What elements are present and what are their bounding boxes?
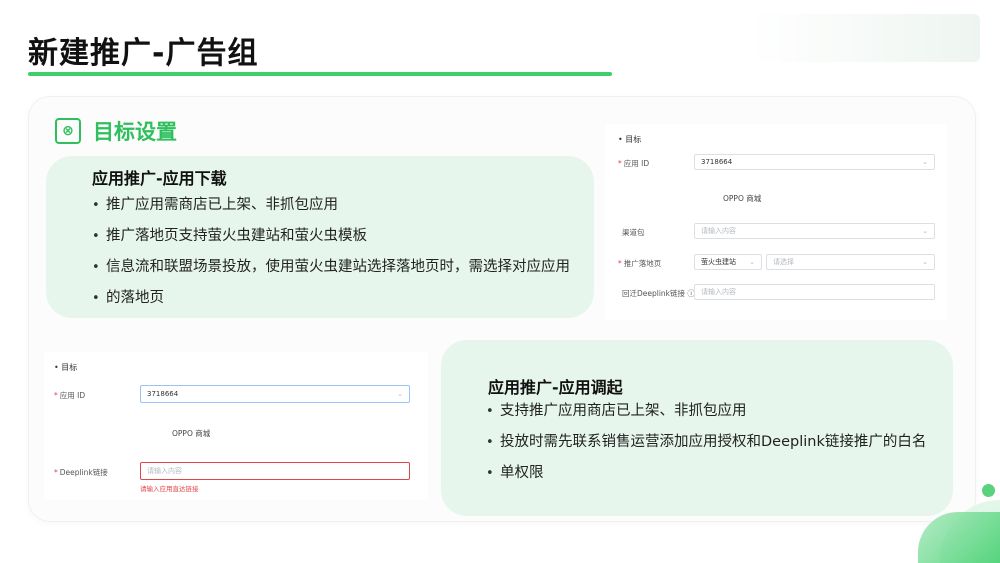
- landing-page-select[interactable]: 请选择 ⌄: [766, 254, 935, 270]
- app-name: OPPO 商城: [172, 429, 211, 438]
- form-section-head: • 目标: [54, 363, 78, 372]
- deeplink-input[interactable]: 请输入内容: [140, 462, 410, 480]
- chevron-down-icon: ⌄: [397, 390, 403, 398]
- chevron-down-icon: ⌄: [922, 158, 928, 166]
- chevron-down-icon: ⌄: [922, 258, 928, 266]
- landing-label: * 推广落地页: [618, 259, 662, 268]
- bullet-item: 信息流和联盟场景投放，使用萤火虫建站选择落地页时，需选择对应应用: [92, 252, 588, 283]
- app-invoke-title: 应用推广-应用调起: [488, 378, 623, 397]
- app-id-label: * 应用 ID: [618, 159, 650, 168]
- app-id-select[interactable]: 3718664 ⌄: [694, 154, 935, 170]
- section-title: 目标设置: [93, 120, 177, 144]
- app-download-title: 应用推广-应用下载: [92, 169, 227, 188]
- download-form-screenshot: • 目标 * 应用 ID 3718664 ⌄ OPPO 商城 渠道包 请输入内容 ⌄ …: [605, 124, 947, 320]
- bullet-item: 推广应用需商店已上架、非抓包应用: [92, 190, 588, 221]
- bullet-item: 投放时需先联系销售运营添加应用授权和Deeplink链接推广的白名: [486, 427, 942, 458]
- app-id-select[interactable]: 3718664 ⌄: [140, 385, 410, 403]
- target-settings-icon: ⊗: [55, 118, 81, 144]
- channel-select[interactable]: 请输入内容 ⌄: [694, 223, 935, 239]
- bullet-item: 推广落地页支持萤火虫建站和萤火虫模板: [92, 221, 588, 252]
- app-download-bullets: 推广应用需商店已上架、非抓包应用 推广落地页支持萤火虫建站和萤火虫模板 信息流和…: [92, 190, 588, 314]
- decorative-dot: [982, 484, 995, 497]
- channel-label: 渠道包: [622, 228, 645, 237]
- header-decoration: [748, 14, 980, 62]
- title-underline: [28, 72, 612, 76]
- app-invoke-bullets: 支持推广应用商店已上架、非抓包应用 投放时需先联系销售运营添加应用授权和Deep…: [486, 396, 942, 489]
- page-title: 新建推广-广告组: [28, 36, 259, 71]
- deeplink-input[interactable]: 请输入内容: [694, 284, 935, 300]
- chevron-down-icon: ⌄: [749, 258, 755, 266]
- form-section-head: • 目标: [618, 135, 642, 144]
- invoke-form-screenshot: • 目标 * 应用 ID 3718664 ⌄ OPPO 商城 * Deeplink链接…: [44, 352, 428, 500]
- app-name: OPPO 商城: [723, 194, 762, 203]
- deeplink-label: * Deeplink链接: [54, 468, 108, 477]
- app-id-label: * 应用 ID: [54, 391, 86, 400]
- bullet-continuation: 单权限: [486, 458, 942, 489]
- bullet-item: 支持推广应用商店已上架、非抓包应用: [486, 396, 942, 427]
- chevron-down-icon: ⌄: [922, 227, 928, 235]
- bullet-continuation: 的落地页: [92, 283, 588, 314]
- deeplink-error-text: 请输入应用直达链接: [140, 485, 199, 493]
- deeplink-label: 回迁Deeplink链接 ⓘ: [622, 289, 695, 298]
- section-header: ⊗ 目标设置: [55, 116, 177, 146]
- landing-type-select[interactable]: 萤火虫建站 ⌄: [694, 254, 762, 270]
